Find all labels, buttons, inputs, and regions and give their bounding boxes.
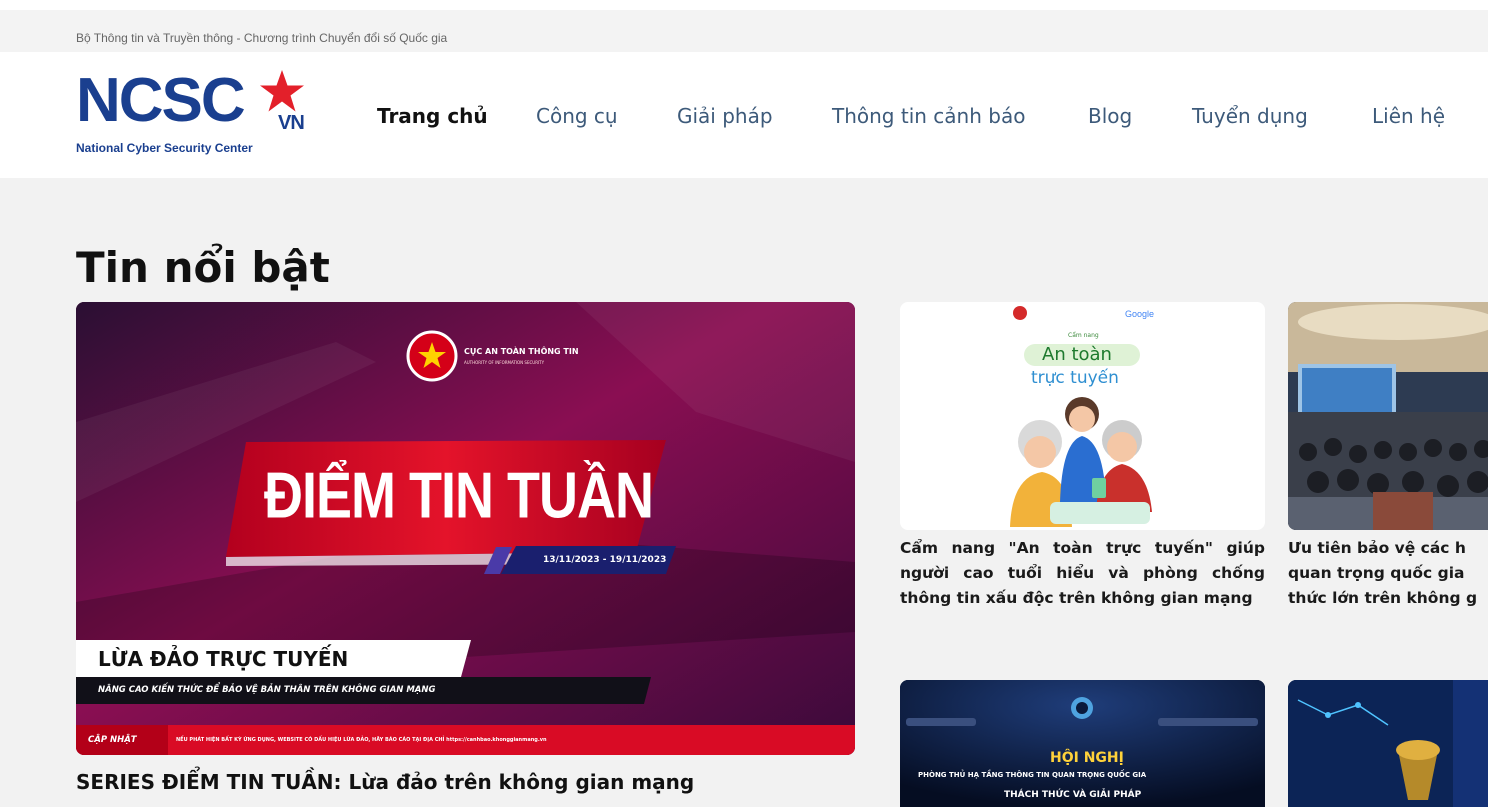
card-1-headline-2: trực tuyến <box>1031 368 1119 388</box>
logo-wordmark: NCSC <box>76 66 246 135</box>
card-4-graphic <box>1288 680 1488 807</box>
card-3-headline: HỘI NGHỊ <box>1050 750 1124 766</box>
card-3-line-3: THÁCH THỨC VÀ GIẢI PHÁP <box>1004 790 1142 800</box>
card-1-brand: Google <box>1125 309 1155 319</box>
card-2-image[interactable] <box>1288 302 1488 530</box>
ncsc-logo[interactable]: NCSC VN National Cyber Security Center <box>76 70 316 162</box>
card-3-image[interactable]: HỘI NGHỊ PHÒNG THỦ HẠ TẦNG THÔNG TIN QUA… <box>900 680 1265 807</box>
banner-org-sub: AUTHORITY OF INFORMATION SECURITY <box>464 360 545 365</box>
banner-update-text: NẾU PHÁT HIỆN BẤT KỲ ỨNG DỤNG, WEBSITE C… <box>176 737 547 743</box>
nav-item-cong-cu[interactable]: Công cụ <box>536 104 618 128</box>
card-2-photo <box>1288 302 1488 530</box>
card-4-image[interactable] <box>1288 680 1488 807</box>
featured-article-title[interactable]: SERIES ĐIỂM TIN TUẦN: Lừa đảo trên không… <box>76 770 694 794</box>
card-1-headline-1: An toàn <box>1042 344 1112 365</box>
card-3-line-2: PHÒNG THỦ HẠ TẦNG THÔNG TIN QUAN TRỌNG Q… <box>918 771 1147 779</box>
banner-topic: LỪA ĐẢO TRỰC TUYẾN <box>98 647 349 671</box>
top-bar: Bộ Thông tin và Truyền thông - Chương tr… <box>0 0 1488 52</box>
card-1-title[interactable]: Cẩm nang "An toàn trực tuyến" giúp người… <box>900 536 1265 611</box>
banner-update-label: CẬP NHẬT <box>88 735 137 745</box>
logo-star-icon <box>260 70 304 112</box>
logo-vn: VN <box>278 112 305 134</box>
nav-item-lien-he[interactable]: Liên hệ <box>1372 104 1445 128</box>
featured-article-image[interactable]: CỤC AN TOÀN THÔNG TIN AUTHORITY OF INFOR… <box>76 302 855 755</box>
ministry-tagline: Bộ Thông tin và Truyền thông - Chương tr… <box>76 31 448 45</box>
section-title: Tin nổi bật <box>76 243 330 292</box>
top-stripe <box>0 0 1488 10</box>
card-2-title[interactable]: Ưu tiên bảo vệ các h quan trọng quốc gia… <box>1288 536 1488 612</box>
card-1-small-label: Cẩm nang <box>1068 332 1099 339</box>
nav-item-blog[interactable]: Blog <box>1088 104 1132 128</box>
banner-subtopic: NÂNG CAO KIẾN THỨC ĐỂ BẢO VỆ BẢN THÂN TR… <box>98 685 436 695</box>
site-header: NCSC VN National Cyber Security Center T… <box>0 52 1488 178</box>
card-3-banner <box>900 680 1265 807</box>
nav-item-tuyen-dung[interactable]: Tuyển dụng <box>1192 104 1308 128</box>
nav-item-trang-chu[interactable]: Trang chủ <box>377 104 488 128</box>
banner-date-range: 13/11/2023 - 19/11/2023 <box>543 555 667 565</box>
card-1-image[interactable]: Google Cẩm nang An toàn trực tuyến <box>900 302 1265 530</box>
banner-headline: ĐIỂM TIN TUẦN <box>264 460 654 532</box>
logo-subtitle: National Cyber Security Center <box>76 141 253 155</box>
nav-item-giai-phap[interactable]: Giải pháp <box>677 104 773 128</box>
nav-item-thong-tin-canh-bao[interactable]: Thông tin cảnh báo <box>832 104 1025 128</box>
banner-org-name: CỤC AN TOÀN THÔNG TIN <box>464 347 579 356</box>
